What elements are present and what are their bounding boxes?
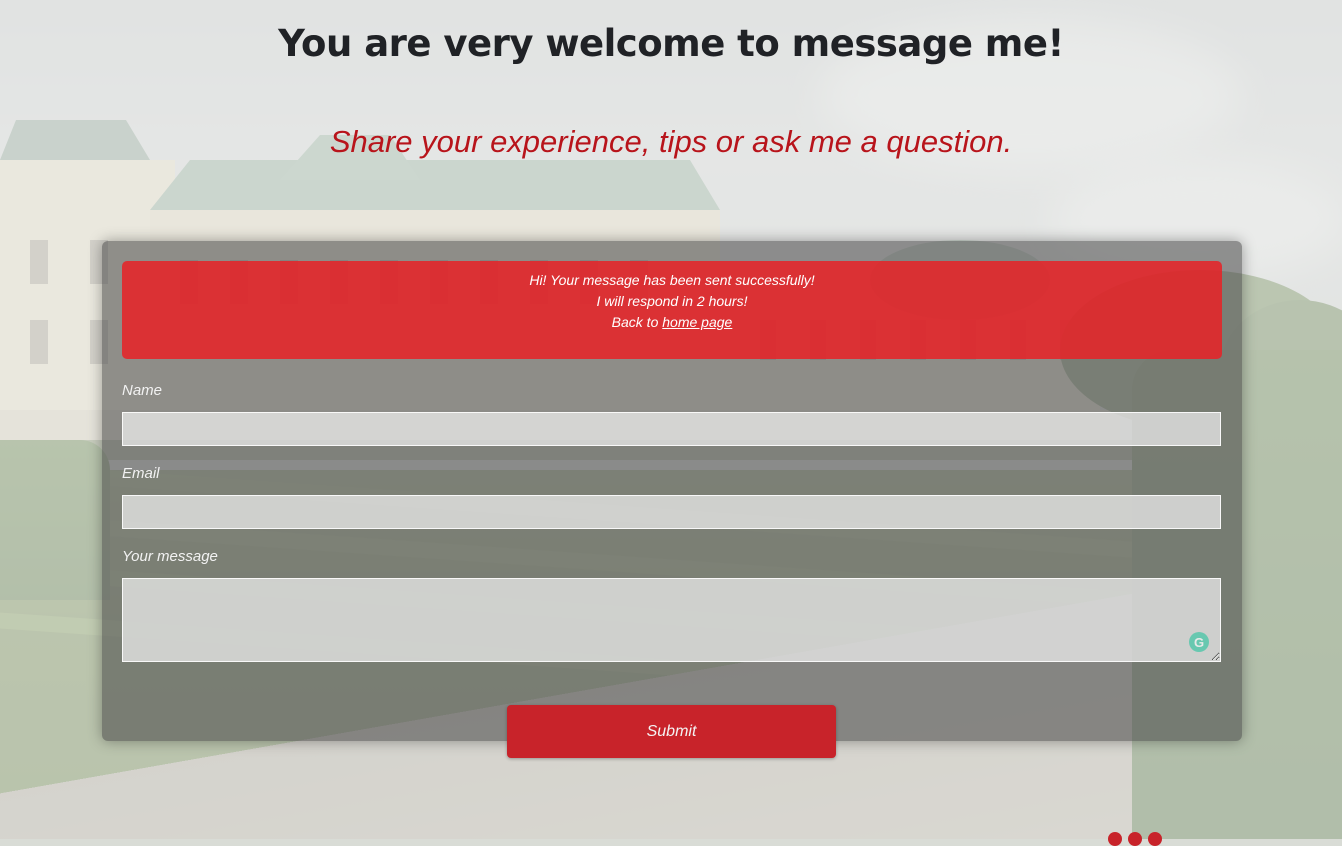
alert-back-prefix: Back to [611, 314, 663, 330]
message-textarea[interactable] [122, 578, 1221, 662]
alert-line-1: Hi! Your message has been sent successfu… [529, 272, 815, 288]
name-label: Name [122, 382, 163, 399]
page-subtitle: Share your experience, tips or ask me a … [329, 124, 1013, 159]
twitter-icon[interactable] [1128, 832, 1142, 846]
alert-line-2: I will respond in 2 hours! [596, 293, 748, 309]
email-label: Email [122, 465, 160, 482]
email-input[interactable] [122, 495, 1221, 529]
alert-line-3: Back to home page [122, 312, 1222, 333]
message-label: Your message [122, 548, 218, 565]
instagram-icon[interactable] [1148, 832, 1162, 846]
home-page-link[interactable]: home page [662, 314, 732, 330]
grammarly-icon[interactable]: G [1189, 632, 1209, 652]
success-alert: Hi! Your message has been sent successfu… [122, 261, 1222, 359]
name-input[interactable] [122, 412, 1221, 446]
social-links [1108, 832, 1162, 846]
pinterest-icon[interactable] [1108, 832, 1122, 846]
submit-button[interactable]: Submit [507, 705, 836, 758]
page-title: You are very welcome to message me! [278, 22, 1064, 65]
contact-form-card: Hi! Your message has been sent successfu… [102, 241, 1242, 758]
